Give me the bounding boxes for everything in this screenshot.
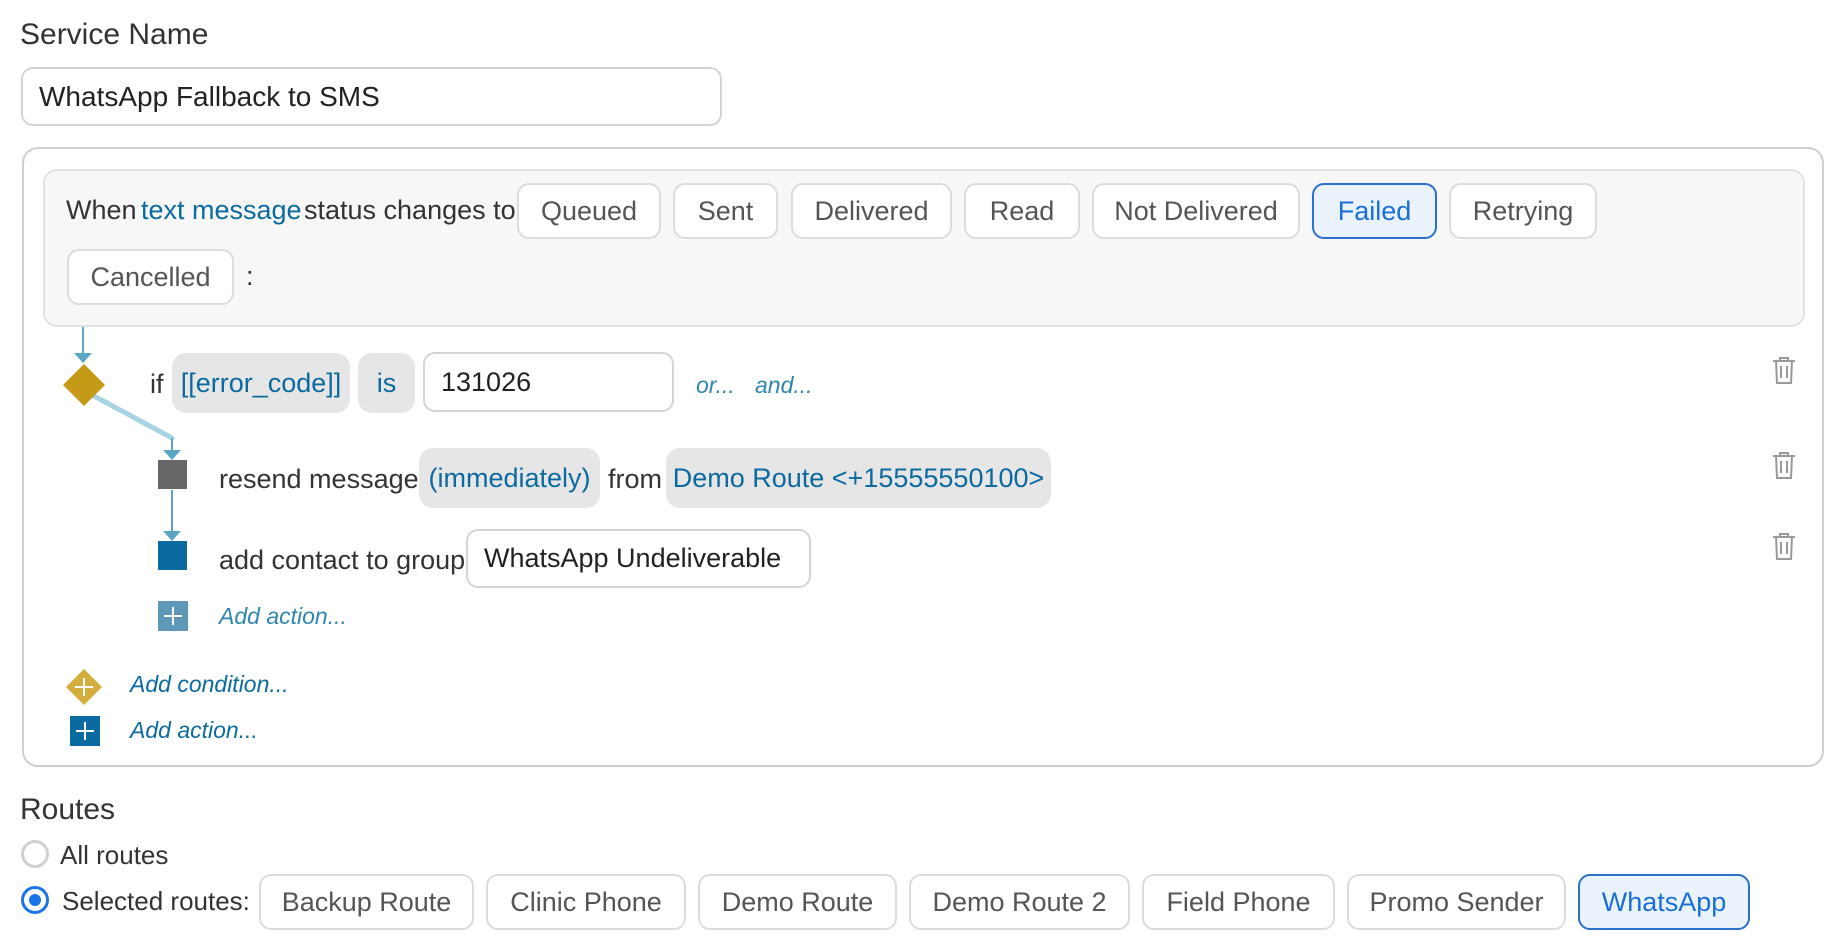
add-action-nested-link[interactable]: Add action... bbox=[219, 603, 347, 630]
trigger-when: When bbox=[66, 195, 137, 225]
condition-and-link[interactable]: and... bbox=[755, 372, 813, 399]
service-name-value: WhatsApp Fallback to SMS bbox=[39, 80, 380, 112]
condition-value-input[interactable]: 131026 bbox=[423, 352, 674, 412]
status-chip-failed[interactable]: Failed bbox=[1312, 183, 1437, 239]
status-chip-sent[interactable]: Sent bbox=[673, 183, 778, 239]
route-chip-clinic-phone[interactable]: Clinic Phone bbox=[486, 874, 686, 930]
delete-add-group-trash-icon[interactable] bbox=[1771, 531, 1797, 561]
service-name-input[interactable]: WhatsApp Fallback to SMS bbox=[21, 67, 722, 126]
group-input[interactable]: WhatsApp Undeliverable bbox=[466, 529, 811, 588]
resend-text: resend message bbox=[219, 464, 419, 494]
service-name-label: Service Name bbox=[20, 18, 209, 51]
add-condition-icon[interactable] bbox=[64, 667, 104, 707]
condition-field[interactable]: [[error_code]] bbox=[172, 353, 350, 413]
condition-or-link[interactable]: or... bbox=[696, 372, 735, 399]
status-chip-delivered[interactable]: Delivered bbox=[791, 183, 952, 239]
all-routes-label: All routes bbox=[60, 840, 169, 870]
action-resend-icon bbox=[158, 460, 187, 489]
status-chip-queued[interactable]: Queued bbox=[517, 183, 661, 239]
condition-operator[interactable]: is bbox=[358, 353, 415, 413]
routes-label: Routes bbox=[20, 793, 116, 826]
add-group-text: add contact to group bbox=[219, 545, 466, 575]
status-chip-cancelled[interactable]: Cancelled bbox=[67, 249, 234, 305]
radio-selected-routes[interactable] bbox=[21, 886, 49, 914]
status-chip-not-delivered[interactable]: Not Delivered bbox=[1092, 183, 1300, 239]
add-action-icon[interactable] bbox=[70, 716, 100, 746]
resend-from: from bbox=[608, 464, 662, 494]
trigger-status-text: status changes to bbox=[304, 195, 516, 225]
route-chip-demo-route[interactable]: Demo Route bbox=[698, 874, 897, 930]
add-action-link[interactable]: Add action... bbox=[130, 717, 258, 744]
selected-routes-label: Selected routes: bbox=[62, 886, 250, 916]
trigger-subject-link[interactable]: text message bbox=[141, 195, 302, 226]
resend-route[interactable]: Demo Route <+15555550100> bbox=[666, 448, 1051, 508]
route-chip-promo-sender[interactable]: Promo Sender bbox=[1347, 874, 1566, 930]
route-chip-backup-route[interactable]: Backup Route bbox=[259, 874, 474, 930]
condition-if: if bbox=[150, 369, 164, 399]
delete-condition-trash-icon[interactable] bbox=[1771, 355, 1797, 385]
resend-timing[interactable]: (immediately) bbox=[419, 448, 600, 508]
add-condition-link[interactable]: Add condition... bbox=[130, 671, 289, 698]
route-chip-demo-route-2[interactable]: Demo Route 2 bbox=[909, 874, 1130, 930]
route-chip-field-phone[interactable]: Field Phone bbox=[1142, 874, 1335, 930]
status-chip-read[interactable]: Read bbox=[964, 183, 1080, 239]
trigger-colon: : bbox=[246, 261, 254, 291]
radio-all-routes[interactable] bbox=[21, 840, 49, 868]
status-chip-retrying[interactable]: Retrying bbox=[1449, 183, 1597, 239]
condition-diamond-icon bbox=[63, 364, 105, 406]
action-add-group-icon bbox=[158, 541, 187, 570]
add-action-nested-icon[interactable] bbox=[158, 601, 188, 631]
delete-resend-trash-icon[interactable] bbox=[1771, 450, 1797, 480]
route-chip-whatsapp[interactable]: WhatsApp bbox=[1578, 874, 1750, 930]
